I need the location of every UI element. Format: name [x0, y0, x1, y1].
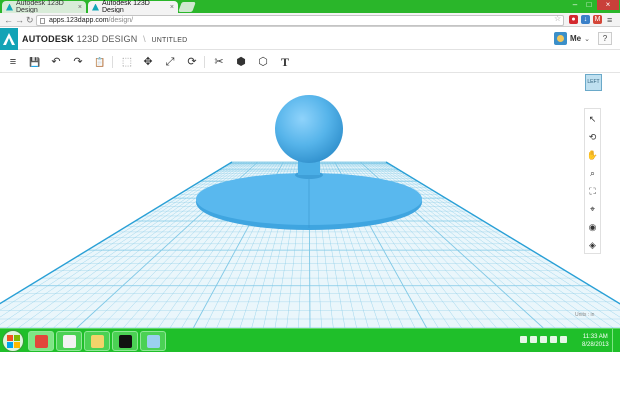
group-button[interactable]: ⬡ — [256, 55, 270, 69]
tray-arrow-icon[interactable] — [520, 336, 527, 343]
chrome-icon — [35, 335, 48, 348]
navigation-bar: ↖ ⟲ ✋ ⌕ ⛶ ⌖ ◉ ◈ — [584, 108, 601, 254]
new-tab-button[interactable] — [178, 2, 196, 12]
paint-icon — [147, 335, 160, 348]
browser-tab-title: Autodesk 123D Design — [102, 0, 150, 14]
address-bar[interactable]: apps.123dapp.com/design/ — [36, 15, 564, 26]
brand-suffix: DESIGN — [101, 34, 138, 44]
document-title[interactable]: UNTITLED — [152, 37, 188, 44]
scale-button[interactable]: ⤢ — [163, 55, 177, 69]
browser-tab-title: Autodesk 123D Design — [16, 0, 64, 14]
sphere — [275, 95, 343, 163]
system-tray — [520, 336, 567, 343]
avatar — [554, 32, 567, 45]
autodesk-logo-icon — [3, 33, 15, 45]
show-desktop-button[interactable] — [612, 329, 619, 352]
start-button[interactable] — [2, 330, 24, 352]
folder-icon — [91, 335, 104, 348]
browser-toolbar: ← → ↻ apps.123dapp.com/design/ ☆ ● ↓ M ≡ — [0, 13, 620, 27]
reload-button[interactable]: ↻ — [26, 15, 34, 25]
hp-task[interactable] — [112, 331, 138, 351]
scene-canvas[interactable] — [0, 74, 620, 328]
explorer-task[interactable] — [84, 331, 110, 351]
bookmark-star-icon[interactable]: ☆ — [554, 14, 561, 23]
viewcube[interactable]: LEFT — [585, 74, 602, 91]
windows-logo-icon — [7, 335, 20, 348]
url-path: /design/ — [108, 17, 134, 24]
user-name: Me — [570, 34, 582, 43]
modify-button[interactable]: ✂ — [212, 55, 226, 69]
text-button[interactable]: T — [278, 55, 292, 69]
browser-tab-2[interactable]: Autodesk 123D Design × — [88, 0, 178, 14]
fit-icon[interactable]: ⛶ — [585, 184, 600, 198]
app-brand: AUTODESK 123D DESIGN \ UNTITLED — [22, 34, 187, 44]
brand-separator: \ — [143, 34, 146, 44]
hp-icon — [119, 335, 132, 348]
forward-button[interactable]: → — [15, 15, 24, 25]
pan-icon[interactable]: ✋ — [585, 148, 600, 162]
clock-time: 11:33 AM — [582, 334, 608, 340]
zoom-selected-icon[interactable]: ⌖ — [585, 202, 600, 216]
minimize-button[interactable]: – — [568, 0, 582, 10]
tray-battery-icon[interactable] — [550, 336, 557, 343]
brand-primary: AUTODESK — [22, 34, 74, 44]
tray-volume-icon[interactable] — [560, 336, 567, 343]
undo-button[interactable]: ↶ — [49, 55, 63, 69]
view-icon[interactable]: ◉ — [585, 220, 600, 234]
redo-button[interactable]: ↷ — [71, 55, 85, 69]
download-extension-icon[interactable]: ↓ — [581, 15, 590, 24]
3d-viewport[interactable]: LEFT ↖ ⟲ ✋ ⌕ ⛶ ⌖ ◉ ◈ Units : in — [0, 74, 620, 328]
browser-tab-1[interactable]: Autodesk 123D Design × — [2, 0, 86, 14]
paint-task[interactable] — [140, 331, 166, 351]
select-icon[interactable]: ↖ — [585, 112, 600, 126]
gmail-extension-icon[interactable]: M — [593, 15, 602, 24]
url-host: apps.123dapp.com — [49, 17, 109, 24]
orbit-icon[interactable]: ⟲ — [585, 130, 600, 144]
tab-close-icon[interactable]: × — [78, 4, 82, 11]
chevron-down-icon: ⌄ — [584, 35, 590, 43]
windows-taskbar: 11:33 AM 8/28/2013 — [0, 328, 620, 352]
tab-close-icon[interactable]: × — [170, 4, 174, 11]
chrome-task[interactable] — [28, 331, 54, 351]
zoom-icon[interactable]: ⌕ — [585, 166, 600, 180]
app-header: AUTODESK 123D DESIGN \ UNTITLED Me ⌄ ? — [0, 28, 620, 50]
autodesk-favicon-icon — [6, 3, 13, 11]
main-menu-button[interactable]: ≡ — [6, 55, 20, 69]
material-icon[interactable]: ◈ — [585, 238, 600, 252]
combine-button[interactable]: ⬢ — [234, 55, 248, 69]
save-button[interactable]: 💾 — [28, 55, 42, 69]
move-button[interactable]: ✥ — [141, 55, 155, 69]
select-button[interactable]: ⬚ — [120, 55, 134, 69]
autodesk-logo[interactable] — [0, 28, 18, 50]
gmail-task[interactable] — [56, 331, 82, 351]
toolbar-divider — [112, 56, 113, 68]
tray-network-icon[interactable] — [540, 336, 547, 343]
clock-date: 8/28/2013 — [582, 342, 609, 348]
help-button[interactable]: ? — [598, 32, 612, 45]
main-toolbar: ≡ 💾 ↶ ↷ 📋 ⬚ ✥ ⤢ ⟳ ✂ ⬢ ⬡ T — [0, 51, 620, 73]
toolbar-divider — [204, 56, 205, 68]
user-menu[interactable]: Me ⌄ — [554, 32, 590, 45]
back-button[interactable]: ← — [4, 15, 13, 25]
rotate-button[interactable]: ⟳ — [185, 55, 199, 69]
autodesk-favicon-icon — [92, 3, 99, 11]
window-close-button[interactable]: × — [597, 0, 619, 10]
page-icon — [40, 18, 45, 24]
taskbar-clock[interactable]: 11:33 AM 8/28/2013 — [582, 333, 609, 349]
brand-product: 123D — [76, 34, 99, 44]
stop-extension-icon[interactable]: ● — [569, 15, 578, 24]
mail-icon — [63, 335, 76, 348]
chrome-menu-icon[interactable]: ≡ — [607, 15, 612, 25]
paste-button[interactable]: 📋 — [93, 55, 107, 69]
maximize-button[interactable]: □ — [582, 0, 596, 10]
units-label[interactable]: Units : in — [575, 312, 594, 318]
tray-flag-icon[interactable] — [530, 336, 537, 343]
screen: Autodesk 123D Design × Autodesk 123D Des… — [0, 0, 620, 352]
browser-tab-strip: Autodesk 123D Design × Autodesk 123D Des… — [0, 0, 620, 14]
